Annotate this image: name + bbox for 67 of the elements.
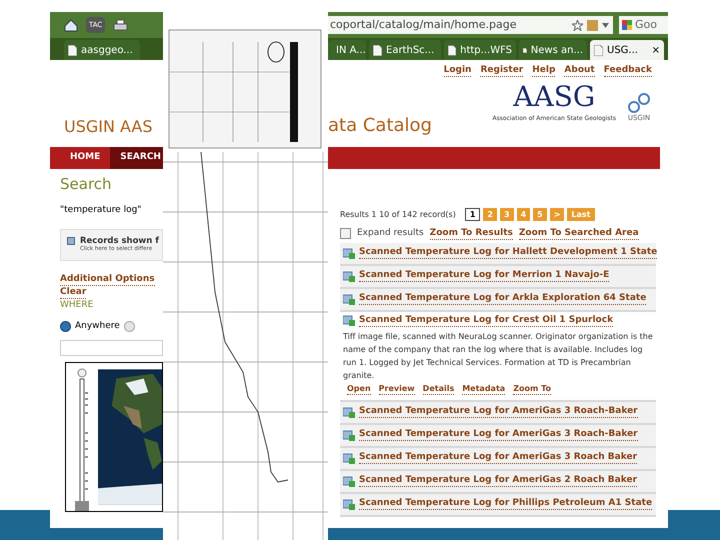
results-summary: Results 1 10 of 142 record(s): [340, 208, 456, 220]
link[interactable]: About: [564, 65, 595, 77]
link[interactable]: Preview: [378, 382, 415, 394]
link[interactable]: Scanned Temperature Log for AmeriGas 3 Roach-Baker: [359, 406, 638, 418]
section-heading: Search: [60, 177, 113, 192]
nav-tab[interactable]: SEARCH: [110, 147, 163, 169]
radio-label: Anywhere: [75, 320, 120, 333]
close-icon[interactable]: ×: [652, 42, 660, 58]
browser-tab[interactable]: USG... ×: [590, 40, 664, 60]
printer-icon[interactable]: [113, 18, 128, 32]
field-label: WHERE: [60, 301, 94, 310]
browser-tab[interactable]: News an...: [519, 40, 587, 60]
link[interactable]: Scanned Temperature Log for Hallett Development 1 State: [359, 247, 658, 259]
home-icon[interactable]: [64, 18, 78, 32]
document-icon: [343, 476, 355, 486]
search-field[interactable]: Goo: [619, 16, 668, 34]
input-field[interactable]: [60, 340, 163, 356]
search-query: "temperature log": [60, 206, 142, 215]
link[interactable]: Scanned Temperature Log for Merrion 1 Navajo-E: [359, 270, 610, 282]
caret-icon[interactable]: [602, 22, 609, 28]
document-icon: [343, 270, 355, 282]
page-icon: [68, 44, 77, 56]
browser-tab[interactable]: aasggeo...: [64, 40, 140, 60]
document-icon: [343, 406, 355, 418]
link[interactable]: Scanned Temperature Log for AmeriGas 3 Roach Baker: [359, 452, 638, 464]
radio-button[interactable]: [124, 321, 135, 332]
document-icon: [343, 248, 355, 258]
link[interactable]: Clear: [60, 287, 86, 299]
page-title: ata Catalog: [328, 117, 432, 135]
link[interactable]: Zoom To Searched Area: [518, 228, 639, 240]
link[interactable]: Scanned Temperature Log for AmeriGas 2 Roach Baker: [359, 475, 638, 487]
link[interactable]: Scanned Temperature Log for Phillips Petroleum A1 State: [359, 498, 652, 510]
checkbox-label: Expand results: [357, 227, 424, 240]
link[interactable]: Scanned Temperature Log for AmeriGas 3 Roach-Baker: [359, 429, 638, 441]
expand-icon: [67, 236, 75, 245]
browser-tab[interactable]: EarthSc...: [369, 40, 441, 60]
radio-button[interactable]: [60, 321, 71, 332]
page-icon: [373, 44, 382, 56]
page-link[interactable]: 1: [464, 208, 480, 221]
link[interactable]: Additional Options: [60, 274, 155, 286]
browser-tab[interactable]: IN A...: [328, 40, 366, 60]
link[interactable]: Details: [422, 382, 454, 394]
search-engine-icon: [622, 20, 632, 30]
link[interactable]: Scanned Temperature Log for Arkla Exploration 64 State: [359, 293, 646, 305]
document-icon: [343, 294, 355, 304]
document-icon: [343, 315, 355, 326]
panel-title: Records shown f: [80, 236, 159, 246]
page-icon: [594, 44, 603, 56]
link[interactable]: Login: [444, 65, 472, 77]
link[interactable]: Feedback: [604, 65, 652, 77]
link[interactable]: Register: [480, 65, 524, 77]
link[interactable]: Scanned Temperature Log for Crest Oil 1 Spurlock: [359, 314, 614, 326]
checkbox[interactable]: [340, 228, 351, 240]
page-icon: [448, 44, 456, 56]
page-title: USGIN AAS: [64, 119, 153, 135]
address-bar[interactable]: coportal/catalog/main/home.page: [328, 16, 613, 34]
link[interactable]: Metadata: [462, 382, 506, 394]
document-icon: [343, 498, 355, 510]
star-icon[interactable]: [572, 20, 583, 30]
link[interactable]: Help: [532, 65, 556, 77]
link[interactable]: Zoom To: [513, 382, 551, 394]
browser-tab[interactable]: http...WFS: [444, 40, 516, 60]
document-icon: [343, 452, 355, 464]
link[interactable]: Zoom To Results: [430, 228, 513, 240]
result-description: Tiff image file, scanned with NeuraLog scanner. Originator organization is the name of the company that ran the log where that is available. Includes log run 1. Logged by Jet Technical Services. Formation at TD is Precambrian granite.: [343, 330, 653, 382]
link[interactable]: Open: [347, 382, 371, 394]
document-icon: [343, 430, 355, 440]
